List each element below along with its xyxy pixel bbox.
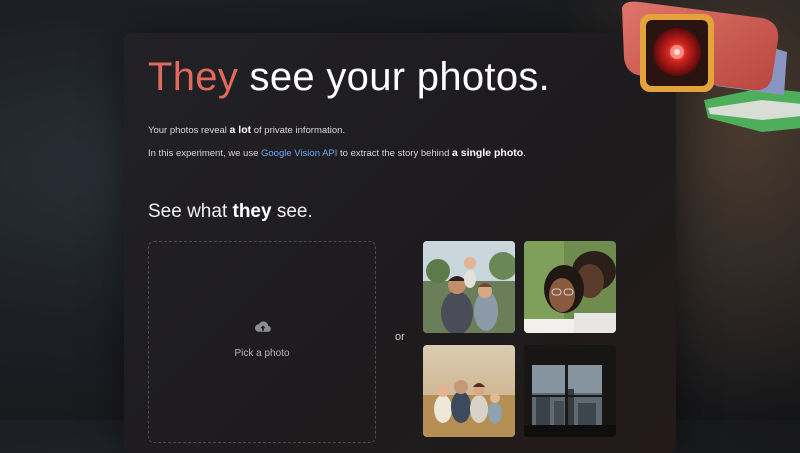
intro-text: of private information. (251, 125, 346, 136)
family-field-photo (423, 345, 515, 437)
city-window-photo (524, 345, 616, 437)
pick-photo-label: Pick a photo (234, 348, 290, 359)
sample-photo-family-field[interactable] (423, 345, 515, 437)
photo-dropzone[interactable]: Pick a photo (148, 241, 376, 443)
intro-text: In this experiment, we use (148, 148, 261, 159)
subhead-text: see. (271, 201, 313, 222)
title-rest: see your photos. (238, 55, 551, 99)
cloud-upload-icon (254, 321, 271, 332)
intro-bold: a lot (229, 124, 252, 136)
intro-line-2: In this experiment, we use Google Vision… (148, 147, 526, 159)
or-separator: or (395, 331, 405, 343)
security-camera-icon (622, 1, 800, 132)
intro-text: Your photos reveal (148, 125, 230, 136)
sample-photo-couple[interactable] (524, 241, 616, 333)
main-card: They see your photos. Your photos reveal… (124, 33, 676, 453)
sample-photo-city-window[interactable] (524, 345, 616, 437)
subhead-bold: they (232, 201, 272, 222)
family-outdoor-photo (423, 241, 515, 333)
title-accent: They (148, 55, 239, 99)
sample-photo-family-outdoor[interactable] (423, 241, 515, 333)
couple-portrait-photo (524, 241, 616, 333)
intro-text: . (523, 148, 526, 159)
google-vision-link[interactable]: Google Vision API (261, 148, 337, 159)
page-title: They see your photos. (148, 55, 550, 100)
intro-text: to extract the story behind (337, 148, 452, 159)
subhead-text: See what (148, 201, 233, 222)
intro-line-1: Your photos reveal a lot of private info… (148, 124, 345, 136)
intro-bold: a single photo (452, 147, 524, 159)
section-heading: See what they see. (148, 201, 313, 223)
